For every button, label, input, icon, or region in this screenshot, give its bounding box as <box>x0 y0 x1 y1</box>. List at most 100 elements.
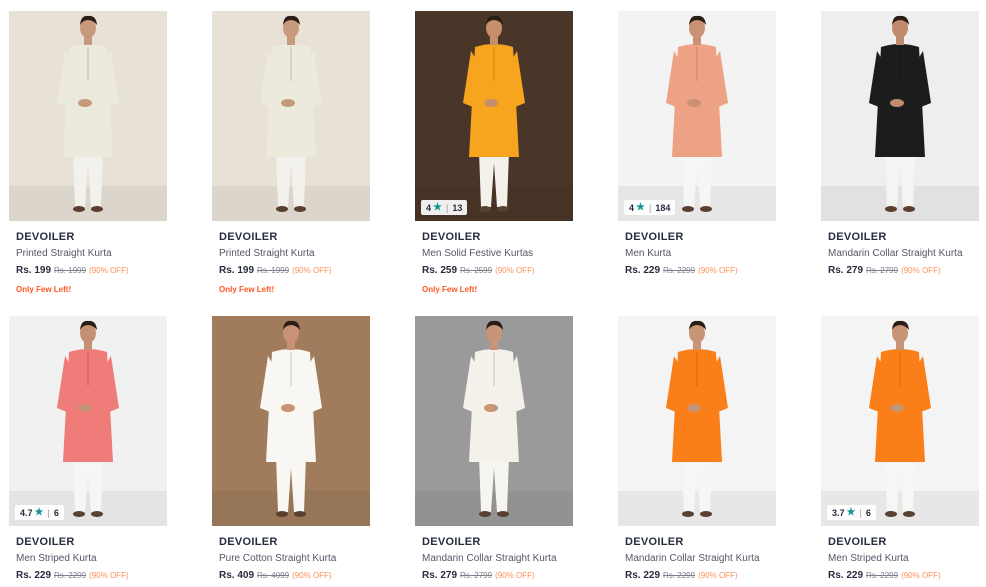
price-row: Rs. 229 Rs. 2299 (90% OFF) <box>16 570 167 582</box>
price-current: Rs. 409 <box>219 570 255 581</box>
product-brand: DEVOILER <box>219 536 278 548</box>
product-card[interactable]: 3.7 ★ | 6 DEVOILER Men Striped Kurta Rs. 229 Rs… <box>821 316 979 582</box>
rating-badge: 4 ★ | 13 <box>421 200 468 215</box>
rating-badge: 4.7 ★ | 6 <box>15 505 64 520</box>
model-photo <box>212 11 370 221</box>
product-image[interactable] <box>618 316 776 526</box>
product-brand: DEVOILER <box>828 536 887 548</box>
price-mrp: Rs. 2799 <box>866 266 899 275</box>
discount-badge: (90% OFF) <box>901 571 941 580</box>
price-row: Rs. 279 Rs. 2799 (90% OFF) <box>422 570 573 582</box>
product-image[interactable] <box>821 11 979 221</box>
price-current: Rs. 199 <box>16 265 52 276</box>
product-info: DEVOILER Pure Cotton Straight Kurta Rs. 40… <box>212 536 370 582</box>
price-mrp: Rs. 2299 <box>663 571 696 580</box>
model-photo <box>821 316 979 526</box>
product-brand: DEVOILER <box>422 536 481 548</box>
product-brand: DEVOILER <box>422 231 481 243</box>
price-current: Rs. 229 <box>16 570 52 581</box>
discount-badge: (90% OFF) <box>495 266 535 275</box>
product-image[interactable]: 4.7 ★ | 6 <box>9 316 167 526</box>
product-card[interactable]: DEVOILER Printed Straight Kurta Rs. 199 Rs.… <box>212 11 370 295</box>
product-info: DEVOILER Men Solid Festive Kurtas Rs. 259 R… <box>415 231 573 295</box>
price-row: Rs. 229 Rs. 2299 (90% OFF) <box>625 570 776 582</box>
discount-badge: (90% OFF) <box>698 571 738 580</box>
price-current: Rs. 229 <box>828 570 864 581</box>
star-icon: ★ <box>34 507 44 518</box>
product-image[interactable] <box>415 316 573 526</box>
price-mrp: Rs. 2299 <box>54 571 87 580</box>
price-mrp: Rs. 2799 <box>460 571 493 580</box>
product-card[interactable]: DEVOILER Mandarin Collar Straight Kurta Rs… <box>821 11 979 277</box>
rating-divider: | <box>47 507 50 518</box>
model-photo <box>821 11 979 221</box>
product-card[interactable]: DEVOILER Printed Straight Kurta Rs. 199 Rs.… <box>9 11 167 295</box>
product-image[interactable]: 4 ★ | 184 <box>618 11 776 221</box>
price-current: Rs. 259 <box>422 265 458 276</box>
price-row: Rs. 199 Rs. 1999 (90% OFF) <box>219 265 370 277</box>
product-card[interactable]: DEVOILER Mandarin Collar Straight Kurta Rs… <box>415 316 573 582</box>
price-row: Rs. 199 Rs. 1999 (90% OFF) <box>16 265 167 277</box>
product-brand: DEVOILER <box>219 231 278 243</box>
product-image[interactable]: 3.7 ★ | 6 <box>821 316 979 526</box>
rating-badge: 4 ★ | 184 <box>624 200 676 215</box>
discount-badge: (90% OFF) <box>495 571 535 580</box>
product-image[interactable] <box>212 11 370 221</box>
price-row: Rs. 229 Rs. 2299 (90% OFF) <box>625 265 776 277</box>
product-title: Mandarin Collar Straight Kurta <box>828 248 963 259</box>
price-current: Rs. 199 <box>219 265 255 276</box>
product-brand: DEVOILER <box>625 536 684 548</box>
star-icon: ★ <box>846 507 856 518</box>
product-grid: DEVOILER Printed Straight Kurta Rs. 199 Rs.… <box>0 0 986 587</box>
price-mrp: Rs. 2599 <box>460 266 493 275</box>
product-info: DEVOILER Mandarin Collar Straight Kurta Rs… <box>618 536 776 582</box>
rating-count: 6 <box>53 507 59 518</box>
model-photo <box>9 316 167 526</box>
product-title: Men Striped Kurta <box>16 553 97 564</box>
discount-badge: (90% OFF) <box>901 266 941 275</box>
price-current: Rs. 279 <box>828 265 864 276</box>
product-info: DEVOILER Mandarin Collar Straight Kurta Rs… <box>415 536 573 582</box>
product-title: Mandarin Collar Straight Kurta <box>625 553 760 564</box>
product-brand: DEVOILER <box>16 536 75 548</box>
stock-warning: Only Few Left! <box>219 285 275 294</box>
discount-badge: (90% OFF) <box>89 266 129 275</box>
model-photo <box>212 316 370 526</box>
rating-value: 4.7 <box>20 507 33 518</box>
rating-divider: | <box>648 202 652 213</box>
product-card[interactable]: 4 ★ | 184 DEVOILER Men Kurta Rs. 229 Rs. 2299 (9… <box>618 11 776 277</box>
price-mrp: Rs. 4099 <box>257 571 290 580</box>
price-current: Rs. 279 <box>422 570 458 581</box>
price-row: Rs. 279 Rs. 2799 (90% OFF) <box>828 265 979 277</box>
rating-value: 3.7 <box>832 507 845 518</box>
price-row: Rs. 229 Rs. 2299 (90% OFF) <box>828 570 979 582</box>
discount-badge: (90% OFF) <box>292 571 332 580</box>
product-brand: DEVOILER <box>16 231 75 243</box>
product-card[interactable]: DEVOILER Pure Cotton Straight Kurta Rs. 40… <box>212 316 370 582</box>
product-info: DEVOILER Men Striped Kurta Rs. 229 Rs. 2299… <box>821 536 979 582</box>
product-card[interactable]: DEVOILER Mandarin Collar Straight Kurta Rs… <box>618 316 776 582</box>
product-image[interactable]: 4 ★ | 13 <box>415 11 573 221</box>
product-image[interactable] <box>212 316 370 526</box>
discount-badge: (90% OFF) <box>698 266 738 275</box>
stock-warning: Only Few Left! <box>422 285 478 294</box>
rating-value: 4 <box>426 202 432 213</box>
rating-divider: | <box>445 202 449 213</box>
rating-count: 13 <box>452 202 463 213</box>
discount-badge: (90% OFF) <box>89 571 129 580</box>
product-image[interactable] <box>9 11 167 221</box>
price-row: Rs. 259 Rs. 2599 (90% OFF) <box>422 265 573 277</box>
product-title: Men Solid Festive Kurtas <box>422 248 534 259</box>
product-title: Men Striped Kurta <box>828 553 909 564</box>
product-card[interactable]: 4.7 ★ | 6 DEVOILER Men Striped Kurta Rs. 229 Rs… <box>9 316 167 582</box>
model-photo <box>415 316 573 526</box>
price-row: Rs. 409 Rs. 4099 (90% OFF) <box>219 570 370 582</box>
product-title: Pure Cotton Straight Kurta <box>219 553 337 564</box>
product-title: Printed Straight Kurta <box>16 248 112 259</box>
rating-value: 4 <box>629 202 635 213</box>
rating-badge: 3.7 ★ | 6 <box>827 505 876 520</box>
product-info: DEVOILER Mandarin Collar Straight Kurta Rs… <box>821 231 979 277</box>
model-photo <box>415 11 573 221</box>
model-photo <box>618 11 776 221</box>
product-card[interactable]: 4 ★ | 13 DEVOILER Men Solid Festive Kurtas Rs.… <box>415 11 573 295</box>
